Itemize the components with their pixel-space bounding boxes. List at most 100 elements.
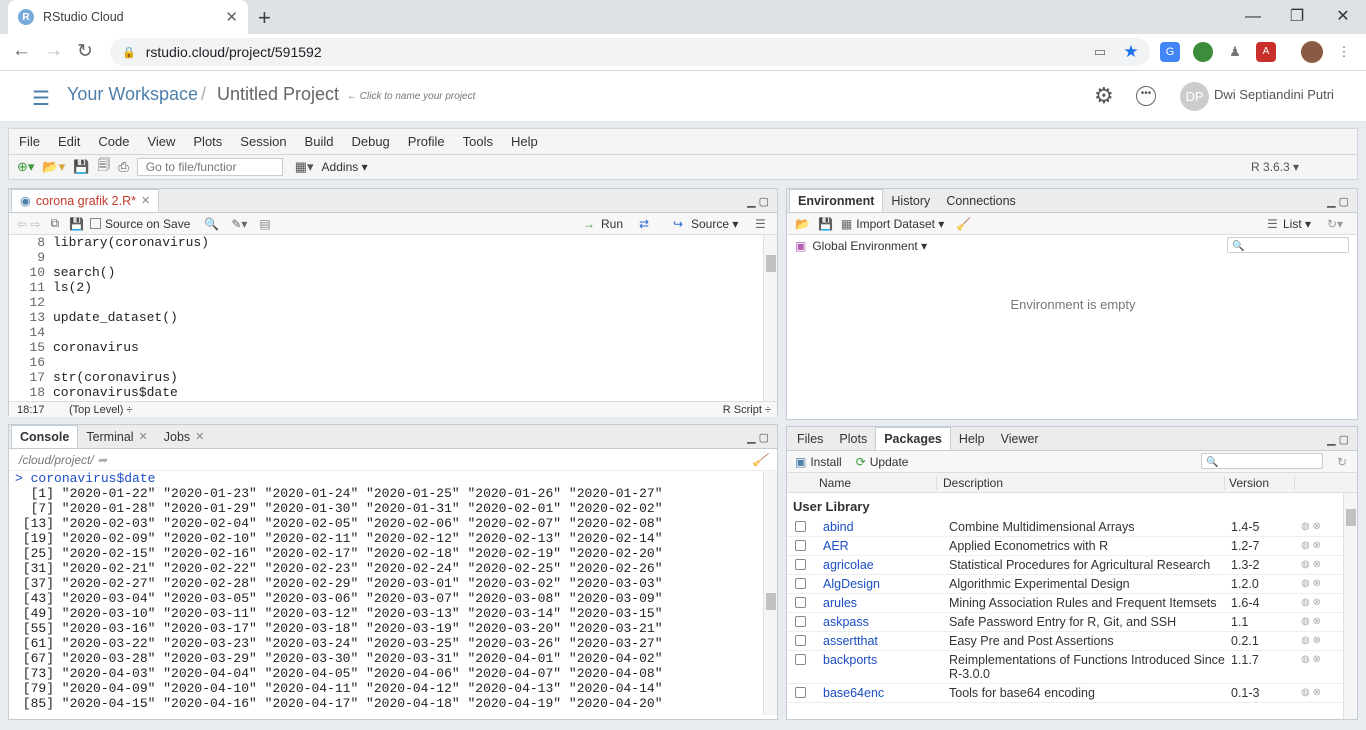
new-tab-button[interactable]: + bbox=[258, 5, 271, 31]
console-output[interactable]: > coronavirus$date [1] "2020-01-22" "202… bbox=[9, 471, 777, 715]
menu-plots[interactable]: Plots bbox=[193, 134, 222, 149]
close-icon[interactable]: ✕ bbox=[139, 430, 148, 443]
pane-minmax-icon[interactable]: ▁ ▢ bbox=[1327, 433, 1349, 446]
menu-session[interactable]: Session bbox=[240, 134, 286, 149]
package-name-link[interactable]: backports bbox=[813, 651, 943, 669]
browser-tab[interactable]: R RStudio Cloud ✕ bbox=[8, 0, 248, 34]
globe-icon[interactable]: ◍ bbox=[1301, 635, 1310, 646]
new-file-icon[interactable]: ⊕▾ bbox=[17, 159, 34, 175]
globe-icon[interactable]: ◍ bbox=[1301, 597, 1310, 608]
project-name[interactable]: Untitled Project bbox=[217, 84, 339, 105]
profile-avatar-icon[interactable] bbox=[1301, 41, 1323, 63]
globe-icon[interactable]: ◍ bbox=[1301, 578, 1310, 589]
package-checkbox[interactable] bbox=[787, 684, 813, 701]
user-avatar[interactable]: DP bbox=[1180, 82, 1209, 111]
bookmark-star-icon[interactable]: ★ bbox=[1121, 42, 1141, 62]
import-dataset-menu[interactable]: Import Dataset ▾ bbox=[856, 217, 944, 231]
menu-debug[interactable]: Debug bbox=[351, 134, 389, 149]
globe-icon[interactable]: ◍ bbox=[1301, 687, 1310, 698]
browser-menu-icon[interactable]: ⋮ bbox=[1334, 42, 1354, 62]
menu-build[interactable]: Build bbox=[305, 134, 334, 149]
source-icon[interactable]: ↪ bbox=[673, 217, 683, 231]
remove-package-icon[interactable]: ⊗ bbox=[1313, 559, 1321, 570]
remove-package-icon[interactable]: ⊗ bbox=[1313, 635, 1321, 646]
open-project-icon[interactable]: 📂▾ bbox=[42, 159, 65, 175]
pdf-extension-icon[interactable]: A bbox=[1256, 42, 1276, 62]
rerun-icon[interactable]: ⇄ bbox=[639, 217, 649, 231]
column-name[interactable]: Name bbox=[813, 475, 937, 490]
source-button[interactable]: Source ▾ bbox=[691, 217, 738, 231]
pane-minmax-icon[interactable]: ▁ ▢ bbox=[1327, 195, 1349, 208]
package-name-link[interactable]: agricolae bbox=[813, 556, 943, 574]
hamburger-menu-icon[interactable]: ☰ bbox=[32, 86, 50, 111]
remove-package-icon[interactable]: ⊗ bbox=[1313, 687, 1321, 698]
code-text[interactable]: coronavirus$date bbox=[53, 385, 178, 400]
go-to-directory-icon[interactable]: ➦ bbox=[97, 453, 107, 467]
show-in-window-icon[interactable]: ⧉ bbox=[50, 216, 59, 231]
code-text[interactable]: coronavirus bbox=[53, 340, 139, 355]
more-options-icon[interactable]: ••• bbox=[1136, 86, 1156, 106]
tab-history[interactable]: History bbox=[883, 189, 938, 212]
package-checkbox[interactable] bbox=[787, 556, 813, 573]
globe-icon[interactable]: ◍ bbox=[1301, 616, 1310, 627]
tab-help[interactable]: Help bbox=[951, 427, 993, 450]
tab-environment[interactable]: Environment bbox=[789, 189, 884, 212]
tab-terminal[interactable]: Terminal ✕ bbox=[78, 425, 155, 448]
menu-help[interactable]: Help bbox=[511, 134, 538, 149]
package-checkbox[interactable] bbox=[787, 613, 813, 630]
globe-extension-icon[interactable] bbox=[1193, 42, 1213, 62]
package-checkbox[interactable] bbox=[787, 594, 813, 611]
menu-tools[interactable]: Tools bbox=[463, 134, 493, 149]
code-line[interactable]: 18 coronavirus$date bbox=[9, 385, 777, 400]
tab-files[interactable]: Files bbox=[789, 427, 831, 450]
code-text[interactable]: update_dataset() bbox=[53, 310, 178, 325]
scope-selector[interactable]: (Top Level) ÷ bbox=[69, 404, 133, 416]
print-icon[interactable]: ⎙ bbox=[118, 159, 128, 175]
forward-arrow-icon[interactable]: → bbox=[44, 40, 63, 62]
tab-console[interactable]: Console bbox=[11, 425, 79, 448]
broom-icon[interactable]: 🧹 bbox=[956, 217, 971, 231]
pane-layout-icon[interactable]: ▦▾ bbox=[295, 159, 314, 175]
column-description[interactable]: Description bbox=[937, 475, 1225, 490]
menu-file[interactable]: File bbox=[19, 134, 40, 149]
minimize-window-button[interactable]: — bbox=[1230, 2, 1276, 32]
url-bar[interactable]: 🔒 rstudio.cloud/project/591592 bbox=[110, 38, 1150, 66]
tab-viewer[interactable]: Viewer bbox=[993, 427, 1047, 450]
load-workspace-icon[interactable]: 📂 bbox=[795, 217, 810, 231]
package-name-link[interactable]: base64enc bbox=[813, 684, 943, 702]
tab-plots[interactable]: Plots bbox=[831, 427, 875, 450]
code-line[interactable]: 9 bbox=[9, 250, 777, 265]
environment-search-input[interactable]: 🔍 bbox=[1227, 237, 1349, 253]
menu-view[interactable]: View bbox=[147, 134, 175, 149]
console-scrollbar[interactable] bbox=[763, 471, 777, 715]
close-window-button[interactable]: ✕ bbox=[1320, 2, 1366, 32]
outline-icon[interactable]: ☰ bbox=[755, 217, 766, 231]
globe-icon[interactable]: ◍ bbox=[1301, 654, 1310, 665]
package-name-link[interactable]: arules bbox=[813, 594, 943, 612]
cast-icon[interactable]: ▭ bbox=[1090, 42, 1110, 62]
menu-profile[interactable]: Profile bbox=[408, 134, 445, 149]
remove-package-icon[interactable]: ⊗ bbox=[1313, 578, 1321, 589]
tab-packages[interactable]: Packages bbox=[875, 427, 951, 450]
remove-package-icon[interactable]: ⊗ bbox=[1313, 540, 1321, 551]
run-button[interactable]: Run bbox=[601, 217, 623, 231]
code-line[interactable]: 11 ls(2) bbox=[9, 280, 777, 295]
code-line[interactable]: 12 bbox=[9, 295, 777, 310]
tab-jobs[interactable]: Jobs ✕ bbox=[156, 425, 213, 448]
compile-report-icon[interactable]: ▤ bbox=[259, 217, 270, 231]
code-line[interactable]: 16 bbox=[9, 355, 777, 370]
go-to-file-input[interactable]: Go to file/functior bbox=[136, 158, 283, 176]
restore-window-button[interactable]: ❐ bbox=[1274, 2, 1320, 32]
packages-scrollbar[interactable] bbox=[1343, 493, 1357, 719]
update-button[interactable]: Update bbox=[870, 455, 909, 469]
back-arrow-icon[interactable]: ← bbox=[12, 40, 31, 62]
code-text[interactable]: ls(2) bbox=[53, 280, 92, 295]
gear-icon[interactable]: ⚙ bbox=[1094, 83, 1114, 109]
addins-menu[interactable]: Addins ▾ bbox=[322, 160, 368, 174]
close-icon[interactable]: ✕ bbox=[141, 194, 150, 207]
clear-console-icon[interactable]: 🧹 bbox=[752, 453, 767, 467]
install-button[interactable]: Install bbox=[810, 455, 841, 469]
source-on-save-checkbox[interactable] bbox=[89, 218, 101, 229]
source-file-tab[interactable]: ◉ corona grafik 2.R* ✕ bbox=[11, 189, 160, 212]
view-mode-menu[interactable]: List ▾ bbox=[1283, 217, 1311, 231]
